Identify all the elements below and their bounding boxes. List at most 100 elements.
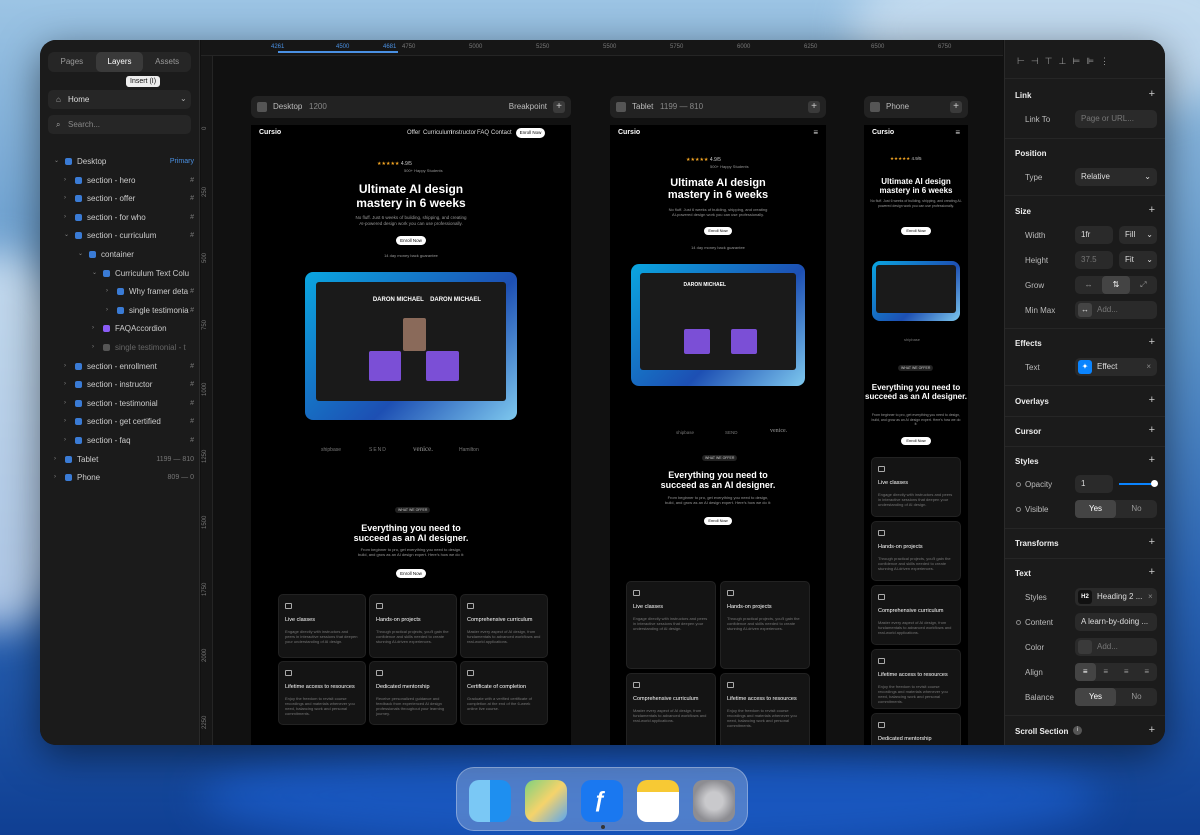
nav-enroll-button[interactable]: Enroll Now	[516, 128, 545, 138]
tab-pages[interactable]: Pages	[48, 52, 96, 72]
settings-icon[interactable]	[693, 780, 735, 822]
effects-add-button[interactable]: +	[1149, 336, 1155, 348]
chevron-down-icon[interactable]: ⌄	[92, 265, 97, 282]
balance-yes[interactable]: Yes	[1075, 688, 1116, 706]
tab-assets[interactable]: Assets	[143, 52, 191, 72]
nav-faq[interactable]: FAQ	[477, 130, 489, 136]
layer-item[interactable]: › section - offer #	[40, 190, 200, 207]
chevron-right-icon[interactable]: ›	[106, 283, 108, 300]
layer-item[interactable]: › single testimonia #	[40, 302, 200, 319]
layer-item[interactable]: › section - instructor #	[40, 376, 200, 393]
visible-toggle[interactable]: Yes No	[1075, 500, 1157, 518]
chevron-right-icon[interactable]: ›	[64, 209, 66, 226]
width-mode-select[interactable]: Fill ⌄	[1119, 226, 1157, 244]
grow-vertical-icon[interactable]: ⇅	[1102, 276, 1130, 294]
align-center-icon[interactable]: ≡	[1096, 663, 1117, 681]
align-toolbar[interactable]: ⊢⊣⊤⊥⊨⊫⋮	[1017, 56, 1115, 67]
styles-add-button[interactable]: +	[1149, 454, 1155, 466]
layer-item[interactable]: › section - for who #	[40, 209, 200, 226]
chevron-right-icon[interactable]: ›	[92, 339, 94, 356]
text-add-button[interactable]: +	[1149, 566, 1155, 578]
notes-icon[interactable]	[637, 780, 679, 822]
size-add-button[interactable]: +	[1149, 204, 1155, 216]
desktop-frame-header[interactable]: Desktop 1200 Breakpoint +	[251, 96, 571, 118]
cursor-add-button[interactable]: +	[1149, 424, 1155, 436]
menu-icon[interactable]: ≡	[955, 128, 960, 137]
chevron-down-icon[interactable]: ⌄	[64, 227, 69, 244]
balance-toggle[interactable]: Yes No	[1075, 688, 1157, 706]
visible-no[interactable]: No	[1116, 500, 1157, 518]
phone-frame-header[interactable]: Phone +	[864, 96, 968, 118]
link-url-input[interactable]: Page or URL...	[1075, 110, 1157, 128]
align-justify-icon[interactable]: ≡	[1137, 663, 1158, 681]
add-breakpoint-button[interactable]: +	[553, 101, 565, 113]
tab-layers[interactable]: Layers	[95, 52, 144, 72]
offer-enroll-button[interactable]: Enroll Now	[396, 569, 426, 578]
close-icon[interactable]: ×	[1148, 592, 1153, 601]
chevron-right-icon[interactable]: ›	[64, 358, 66, 375]
height-input[interactable]: 37.5	[1075, 251, 1113, 269]
phone-frame[interactable]: Cursio ≡ ★★★★★ 4.9/5 Ultimate AI design m…	[864, 125, 968, 745]
layer-item[interactable]: › Phone 809 — 0	[40, 469, 200, 486]
nav-offer[interactable]: Offer	[407, 130, 420, 136]
width-input[interactable]: 1fr	[1075, 226, 1113, 244]
layer-item[interactable]: ⌄ container	[40, 246, 200, 263]
nav-instructor[interactable]: Instructor	[451, 130, 476, 136]
tablet-frame[interactable]: Cursio ≡ ★★★★★ 4.9/5 500+ Happy Students…	[610, 125, 826, 745]
chevron-right-icon[interactable]: ›	[64, 190, 66, 207]
chevron-right-icon[interactable]: ›	[54, 469, 56, 486]
hero-enroll-button[interactable]: Enroll Now	[704, 227, 732, 235]
layer-item[interactable]: › section - faq #	[40, 432, 200, 449]
layer-item[interactable]: › section - hero #	[40, 172, 200, 189]
hero-enroll-button[interactable]: Enroll Now	[396, 236, 426, 245]
layer-item[interactable]: ⌄ section - curriculum #	[40, 227, 200, 244]
balance-no[interactable]: No	[1116, 688, 1157, 706]
canvas[interactable]: 4261 4500 4681 4750 5000 5250 5500 5750 6000 6250…	[201, 40, 1003, 745]
layer-item[interactable]: › section - enrollment #	[40, 358, 200, 375]
position-type-select[interactable]: Relative ⌄	[1075, 168, 1157, 186]
layer-item[interactable]: › section - get certified #	[40, 413, 200, 430]
grow-toggle[interactable]: ↔ ⇅ ⤢	[1075, 276, 1157, 294]
opacity-slider[interactable]	[1119, 483, 1155, 485]
text-align-toggle[interactable]: ≡ ≡ ≡ ≡	[1075, 663, 1157, 681]
opacity-slider-handle[interactable]	[1151, 480, 1158, 487]
overlays-add-button[interactable]: +	[1149, 394, 1155, 406]
layer-item[interactable]: › Tablet 1199 — 810	[40, 451, 200, 468]
framer-icon[interactable]: ƒ	[581, 780, 623, 822]
add-breakpoint-button[interactable]: +	[950, 101, 962, 113]
chevron-right-icon[interactable]: ›	[64, 172, 66, 189]
info-icon[interactable]: i	[1073, 726, 1082, 735]
align-right-icon[interactable]: ≡	[1116, 663, 1137, 681]
chevron-right-icon[interactable]: ›	[64, 413, 66, 430]
chevron-down-icon[interactable]: ⌄	[54, 153, 59, 170]
layer-item[interactable]: › FAQAccordion	[40, 320, 200, 337]
layer-item[interactable]: › section - testimonial #	[40, 395, 200, 412]
layer-item[interactable]: › single testimonial - t	[40, 339, 200, 356]
opacity-input[interactable]: 1	[1075, 475, 1113, 493]
finder-icon[interactable]	[469, 780, 511, 822]
align-left-icon[interactable]: ≡	[1075, 663, 1096, 681]
offer-enroll-button[interactable]: Enroll Now	[901, 437, 931, 445]
height-mode-select[interactable]: Fit ⌄	[1119, 251, 1157, 269]
chevron-right-icon[interactable]: ›	[92, 320, 94, 337]
tablet-frame-header[interactable]: Tablet 1199 — 810 +	[610, 96, 826, 118]
menu-icon[interactable]: ≡	[813, 128, 818, 137]
grow-both-icon[interactable]: ⤢	[1130, 276, 1157, 294]
nav-curriculum[interactable]: Curriculum	[423, 130, 452, 136]
scroll-section-add-button[interactable]: +	[1149, 724, 1155, 736]
add-breakpoint-button[interactable]: +	[808, 101, 820, 113]
chevron-right-icon[interactable]: ›	[64, 376, 66, 393]
search-input[interactable]: Search...	[48, 115, 191, 134]
nav-contact[interactable]: Contact	[491, 130, 512, 136]
layer-item[interactable]: ⌄ Desktop Primary	[40, 153, 200, 170]
chevron-right-icon[interactable]: ›	[64, 395, 66, 412]
page-select[interactable]: Home	[48, 90, 191, 109]
link-add-button[interactable]: +	[1149, 88, 1155, 100]
desktop-frame[interactable]: Cursio Offer Curriculum Instructor FAQ C…	[251, 125, 571, 745]
offer-enroll-button[interactable]: Enroll Now	[704, 517, 732, 525]
grow-horizontal-icon[interactable]: ↔	[1075, 276, 1102, 294]
close-icon[interactable]: ×	[1146, 358, 1151, 376]
color-swatch[interactable]	[1078, 640, 1092, 654]
visible-yes[interactable]: Yes	[1075, 500, 1116, 518]
layer-item[interactable]: ⌄ Curriculum Text Colu	[40, 265, 200, 282]
